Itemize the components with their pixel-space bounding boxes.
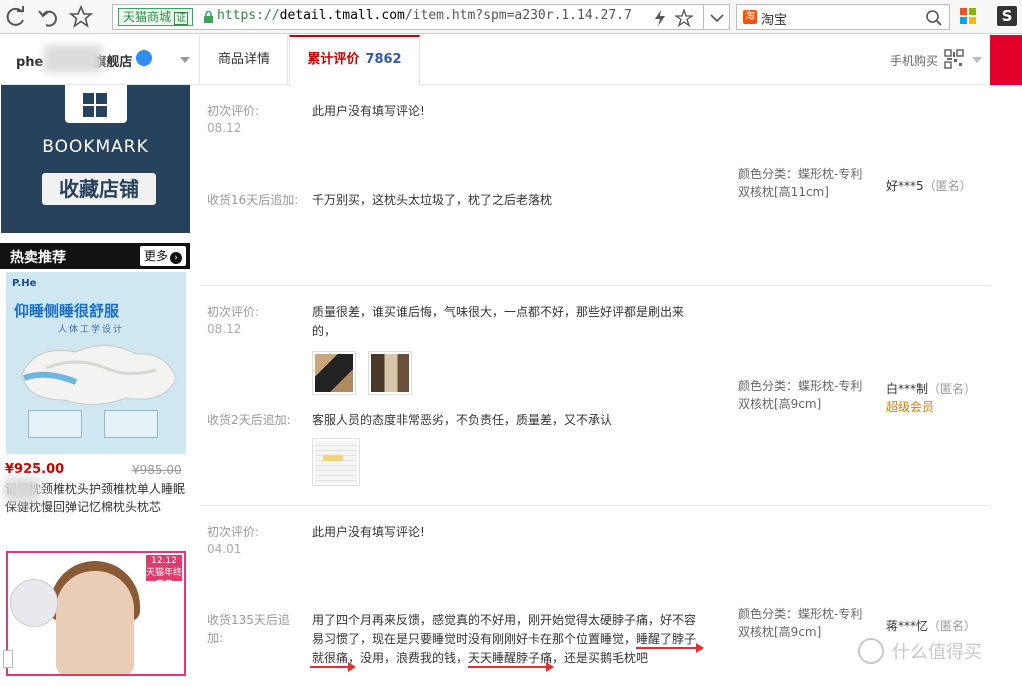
product-diagram-thumb <box>28 410 82 438</box>
review-text: 此用户没有填写评论! <box>312 104 425 118</box>
bookmark-shop-button[interactable]: 收藏店铺 <box>42 173 156 205</box>
review-date: 04.01 <box>207 542 242 556</box>
append-review-text: 千万别买，这枕头太垃圾了，枕了之后老落枕 <box>312 193 553 207</box>
model-face <box>56 571 134 674</box>
chevron-down-icon <box>710 14 724 23</box>
product-old-price: ¥985.00 <box>132 463 182 477</box>
watermark-text: 什么值得买 <box>892 642 982 663</box>
red-header-block <box>990 35 1022 85</box>
extension-s-icon[interactable]: S <box>997 6 1017 26</box>
taobao-logo-icon: 淘 <box>743 10 757 24</box>
caret-down-icon <box>180 57 190 63</box>
back-icon[interactable] <box>34 3 62 31</box>
append-review-label: 收货2天后追加: <box>207 413 291 427</box>
first-review-label: 初次评价: <box>207 305 260 319</box>
reviewer-name: 白***制（匿名） <box>886 382 977 396</box>
address-dropdown[interactable] <box>704 4 730 30</box>
shop-nav-bar: phe 旗舰店 商品详情 累计评价 7862 手机购买 <box>0 35 1022 86</box>
review-date: 08.12 <box>207 322 242 336</box>
refresh-icon[interactable] <box>2 3 30 31</box>
search-icon[interactable] <box>925 9 943 30</box>
review-item: 初次评价: 08.12 此用户没有填写评论! 收货16天后追加: 千万别买，这枕… <box>200 85 990 286</box>
scroll-handle[interactable] <box>3 650 13 668</box>
review-text: 质量很差，谁买谁后悔，气味很大，一点都不好，那些好评都是刷出来的， <box>312 305 685 338</box>
window-icon <box>65 85 127 123</box>
product-headline: 仰睡侧睡很舒服 <box>14 302 120 320</box>
shop-name-prefix: phe <box>16 55 44 70</box>
reviewer-name: 好***5（匿名） <box>886 179 972 193</box>
watermark-logo-icon <box>858 638 884 664</box>
review-count: 7862 <box>365 52 402 67</box>
caret-down-icon <box>972 57 982 63</box>
lock-icon <box>203 10 214 27</box>
lightning-icon[interactable] <box>653 9 667 30</box>
pillow-image <box>21 344 177 406</box>
sku-attribute: 颜色分类：蝶形枕-专利双核枕[高9cm] <box>738 379 863 411</box>
blurred-shop-name <box>44 45 102 73</box>
product-price: ¥925.00 <box>5 462 65 477</box>
browser-toolbar: 天猫商城证 https://detail.tmall.com/item.htm?… <box>0 0 1022 34</box>
product-card-image[interactable]: P.He 仰睡侧睡很舒服 人体工学设计 <box>6 272 186 454</box>
review-date: 08.12 <box>207 121 242 135</box>
more-button[interactable]: 更多 › <box>140 246 187 266</box>
append-review-label: 收货16天后追加: <box>207 193 299 207</box>
address-bar[interactable]: 天猫商城证 https://detail.tmall.com/item.htm?… <box>112 4 704 30</box>
mobile-buy-link[interactable]: 手机购买 <box>890 52 938 69</box>
product-card-image[interactable]: 12.12 天猫年终盛典 <box>6 551 186 676</box>
hot-sale-title: 热卖推荐 <box>10 250 66 266</box>
favorite-star-icon[interactable] <box>67 3 95 31</box>
qr-code-icon[interactable] <box>944 49 964 69</box>
review-photo-thumb[interactable] <box>368 351 412 395</box>
promo-tag: 12.12 天猫年终盛典 <box>146 555 183 590</box>
hot-sale-header: 热卖推荐 更多 › <box>0 243 190 269</box>
tab-reviews[interactable]: 累计评价 7862 <box>289 35 420 86</box>
product-diagram-thumb <box>104 410 158 438</box>
search-engine-label: 淘宝 <box>761 13 788 28</box>
url-text: https://detail.tmall.com/item.htm?spm=a2… <box>217 8 632 23</box>
search-box[interactable]: 淘 淘宝 <box>736 4 950 30</box>
shop-name-dropdown[interactable]: phe 旗舰店 <box>0 35 200 85</box>
first-review-label: 初次评价: <box>207 104 260 118</box>
review-text: 此用户没有填写评论! <box>312 525 425 539</box>
annotation-underline <box>310 662 356 672</box>
bookmark-shop-banner[interactable]: BOOKMARK 收藏店铺 <box>1 85 190 233</box>
arrow-right-icon: › <box>170 252 183 264</box>
apps-grid-icon[interactable] <box>960 8 976 24</box>
review-photo-thumb[interactable] <box>312 438 360 486</box>
append-review-label: 收货135天后追加: <box>207 613 290 645</box>
shop-rank-badge-icon <box>136 50 152 66</box>
bookmark-title: BOOKMARK <box>42 137 149 157</box>
review-item: 初次评价: 08.12 质量很差，谁买谁后悔，气味很大，一点都不好，那些好评都是… <box>200 286 990 506</box>
append-review-text: 客服人员的态度非常恶劣，不负责任，质量差，又不承认 <box>312 413 613 427</box>
review-photo-thumb[interactable] <box>312 351 356 395</box>
first-review-label: 初次评价: <box>207 525 260 539</box>
tab-product-detail[interactable]: 商品详情 <box>201 35 288 85</box>
vip-badge: 超级会员 <box>886 400 935 414</box>
site-cert-badge: 天猫商城证 <box>118 8 194 26</box>
sku-attribute: 颜色分类：蝶形枕-专利双核枕[高11cm] <box>738 167 863 199</box>
append-review-text: 用了四个月再来反馈，感觉真的不好用，刚开始觉得太硬脖子痛，好不容易习惯了，现在是… <box>312 613 697 665</box>
pillow-bag-image <box>10 579 58 627</box>
bookmark-star-icon[interactable] <box>673 7 695 30</box>
product-brand: P.He <box>12 278 37 289</box>
sku-attribute: 颜色分类：蝶形枕-专利双核枕[高9cm] <box>738 607 863 639</box>
blurred-title-text <box>4 478 40 502</box>
annotation-underline <box>636 643 704 653</box>
annotation-underline <box>468 662 554 672</box>
reviewer-name: 蒋***忆（匿名） <box>886 619 977 633</box>
